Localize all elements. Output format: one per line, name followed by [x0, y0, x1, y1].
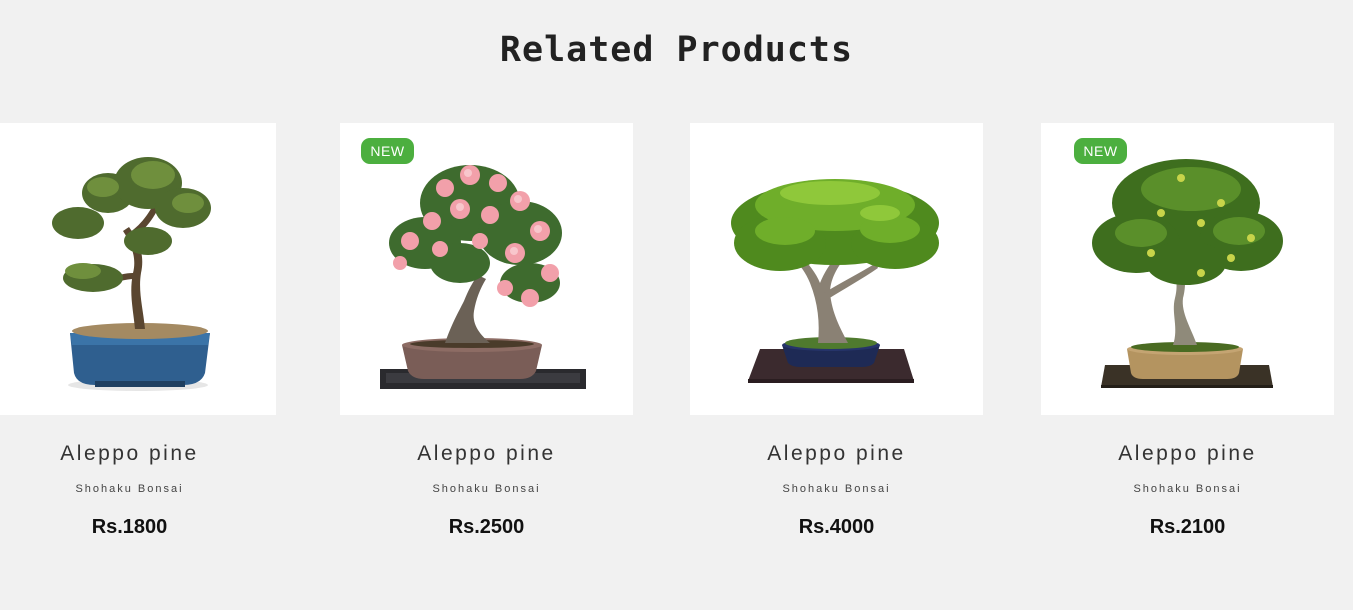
product-price: Rs.2100 — [1149, 516, 1226, 538]
product-name[interactable]: Aleppo pine — [0, 442, 276, 466]
new-badge: NEW — [1074, 138, 1127, 164]
product-brand: Shohaku Bonsai — [782, 483, 891, 495]
product-name[interactable]: Aleppo pine — [340, 442, 633, 466]
product-image-1[interactable] — [0, 123, 276, 415]
azalea-bonsai-icon — [380, 165, 586, 389]
product-card-3[interactable]: Aleppo pine Shohaku Bonsai Rs.4000 — [690, 123, 983, 538]
pine-bonsai-icon — [52, 157, 211, 391]
product-image-3[interactable] — [690, 123, 983, 415]
product-price: Rs.1800 — [91, 516, 168, 538]
product-image-2[interactable]: NEW — [340, 123, 633, 415]
ficus-bonsai-icon — [1092, 159, 1283, 388]
product-card-1[interactable]: Aleppo pine Shohaku Bonsai Rs.1800 — [0, 123, 276, 538]
product-name[interactable]: Aleppo pine — [1041, 442, 1334, 466]
new-badge: NEW — [361, 138, 414, 164]
product-name[interactable]: Aleppo pine — [690, 442, 983, 466]
product-brand: Shohaku Bonsai — [75, 483, 184, 495]
maple-bonsai-icon — [731, 179, 939, 383]
product-brand: Shohaku Bonsai — [1133, 483, 1242, 495]
product-price: Rs.4000 — [798, 516, 875, 538]
section-title: Related Products — [499, 30, 854, 70]
product-image-4[interactable]: NEW — [1041, 123, 1334, 415]
product-card-2[interactable]: NEW Aleppo pine Shohaku Bonsai Rs.2500 — [340, 123, 633, 538]
product-price: Rs.2500 — [448, 516, 525, 538]
product-card-4[interactable]: NEW Aleppo pine Shohaku Bonsai Rs.2100 — [1041, 123, 1334, 538]
product-brand: Shohaku Bonsai — [432, 483, 541, 495]
